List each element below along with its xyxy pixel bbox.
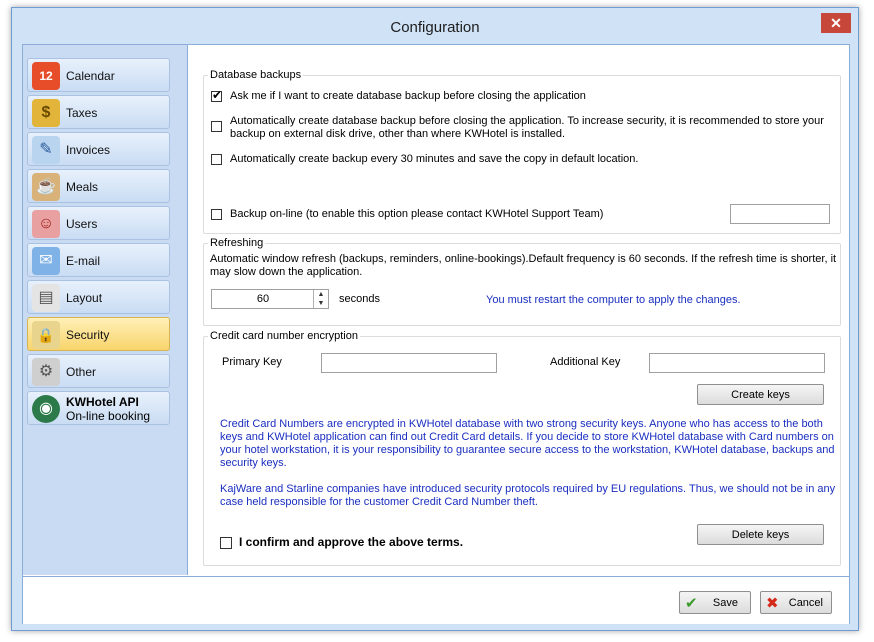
restart-notice: You must restart the computer to apply t… (486, 294, 741, 306)
client-area: 12 Calendar $ Taxes ✎ Invoices ☕ Meals ☺… (22, 44, 850, 624)
close-button[interactable]: ✕ (821, 13, 851, 33)
api-subtitle: On-line booking (66, 409, 151, 423)
sidebar-item-label: Meals (66, 180, 99, 194)
primary-key-label: Primary Key (222, 356, 282, 368)
regulation-info-line2: case held responsible for the customer C… (220, 496, 538, 508)
backup-online-label: Backup on-line (to enable this option pl… (230, 208, 604, 220)
layout-icon: ▤ (32, 284, 60, 312)
save-label: Save (712, 597, 738, 609)
sidebar: 12 Calendar $ Taxes ✎ Invoices ☕ Meals ☺… (23, 45, 188, 575)
save-button[interactable]: ✔ Save (679, 591, 751, 614)
auto-backup-close-checkbox[interactable] (211, 121, 222, 132)
window-title: Configuration (390, 19, 480, 36)
sidebar-item-invoices[interactable]: ✎ Invoices (27, 132, 170, 166)
auto-backup-30min-label: Automatically create backup every 30 min… (230, 153, 639, 165)
title-bar[interactable]: Configuration ✕ (12, 8, 858, 44)
refresh-stepper[interactable]: 60 ▲ ▼ (211, 289, 329, 309)
users-icon: ☺ (32, 210, 60, 238)
email-icon: ✉ (32, 247, 60, 275)
encryption-info-line3: your hotel workstation, it is your respo… (220, 444, 835, 456)
sidebar-item-label: E-mail (66, 254, 101, 268)
refreshing-desc-line2: may slow down the application. (210, 266, 363, 278)
gears-icon: ⚙ (32, 358, 60, 386)
checkmark-icon: ✔ (212, 88, 223, 102)
stepper-down-icon[interactable]: ▼ (313, 299, 328, 308)
sidebar-item-label: KWHotel API On-line booking (66, 395, 150, 423)
footer-bar: ✔ Save ✖ Cancel (23, 576, 849, 624)
auto-backup-close-label: Automatically create database backup bef… (230, 115, 824, 141)
api-title: KWHotel API (66, 395, 139, 409)
invoice-icon: ✎ (32, 136, 60, 164)
sidebar-item-security[interactable]: 🔒 Security (27, 317, 170, 351)
sidebar-item-api[interactable]: ◉ KWHotel API On-line booking (27, 391, 170, 425)
confirm-terms-checkbox[interactable] (220, 537, 232, 549)
stepper-up-icon[interactable]: ▲ (313, 290, 328, 299)
ask-backup-checkbox[interactable]: ✔ (211, 88, 223, 102)
sidebar-item-users[interactable]: ☺ Users (27, 206, 170, 240)
main-panel: Database backups ✔ Ask me if I want to c… (188, 45, 849, 575)
create-keys-button[interactable]: Create keys (697, 384, 824, 405)
coins-icon: $ (32, 99, 60, 127)
sidebar-item-taxes[interactable]: $ Taxes (27, 95, 170, 129)
sidebar-item-other[interactable]: ⚙ Other (27, 354, 170, 388)
sidebar-item-layout[interactable]: ▤ Layout (27, 280, 170, 314)
sidebar-item-calendar[interactable]: 12 Calendar (27, 58, 170, 92)
meals-icon: ☕ (32, 173, 60, 201)
cancel-button[interactable]: ✖ Cancel (760, 591, 832, 614)
sidebar-item-label: Other (66, 365, 97, 379)
api-icon: ◉ (32, 395, 60, 423)
backup-online-input[interactable] (730, 204, 830, 224)
save-check-icon: ✔ (685, 595, 698, 612)
refreshing-legend: Refreshing (208, 237, 266, 249)
confirm-terms-label: I confirm and approve the above terms. (239, 535, 464, 549)
calendar-icon: 12 (32, 62, 60, 90)
sidebar-item-email[interactable]: ✉ E-mail (27, 243, 170, 277)
sidebar-item-label: Layout (66, 291, 103, 305)
refresh-unit: seconds (339, 293, 380, 305)
delete-keys-button[interactable]: Delete keys (697, 524, 824, 545)
sidebar-item-label: Taxes (66, 106, 98, 120)
regulation-info-line1: KajWare and Starline companies have intr… (220, 483, 836, 495)
sidebar-item-label: Invoices (66, 143, 111, 157)
additional-key-label: Additional Key (550, 356, 621, 368)
configuration-window: Configuration ✕ 12 Calendar $ Taxes ✎ In… (11, 7, 859, 631)
refreshing-description: Automatic window refresh (backups, remin… (210, 253, 836, 279)
auto-backup-close-line1: Automatically create database backup bef… (230, 115, 824, 127)
encryption-info: Credit Card Numbers are encrypted in KWH… (220, 418, 835, 470)
auto-backup-30min-checkbox[interactable] (211, 154, 222, 165)
refreshing-desc-line1: Automatic window refresh (backups, remin… (210, 253, 837, 265)
additional-key-input[interactable] (649, 353, 825, 373)
regulation-info: KajWare and Starline companies have intr… (220, 483, 835, 509)
auto-backup-close-line2: backup on external disk drive, other tha… (230, 128, 566, 140)
primary-key-input[interactable] (321, 353, 497, 373)
sidebar-item-label: Users (66, 217, 98, 231)
sidebar-item-label: Calendar (66, 69, 115, 83)
encryption-legend: Credit card number encryption (208, 330, 360, 342)
lock-icon: 🔒 (32, 321, 60, 349)
backups-legend: Database backups (208, 69, 304, 81)
encryption-info-line4: security keys. (220, 457, 287, 469)
refresh-value: 60 (256, 293, 270, 305)
cancel-x-icon: ✖ (766, 595, 779, 612)
encryption-info-line1: Credit Card Numbers are encrypted in KWH… (220, 418, 823, 430)
encryption-info-line2: keys and KWHotel application can find ou… (220, 431, 834, 443)
sidebar-item-meals[interactable]: ☕ Meals (27, 169, 170, 203)
backup-online-checkbox[interactable] (211, 209, 222, 220)
ask-backup-label: Ask me if I want to create database back… (230, 90, 586, 102)
sidebar-item-label: Security (66, 328, 110, 342)
cancel-label: Cancel (788, 597, 823, 609)
